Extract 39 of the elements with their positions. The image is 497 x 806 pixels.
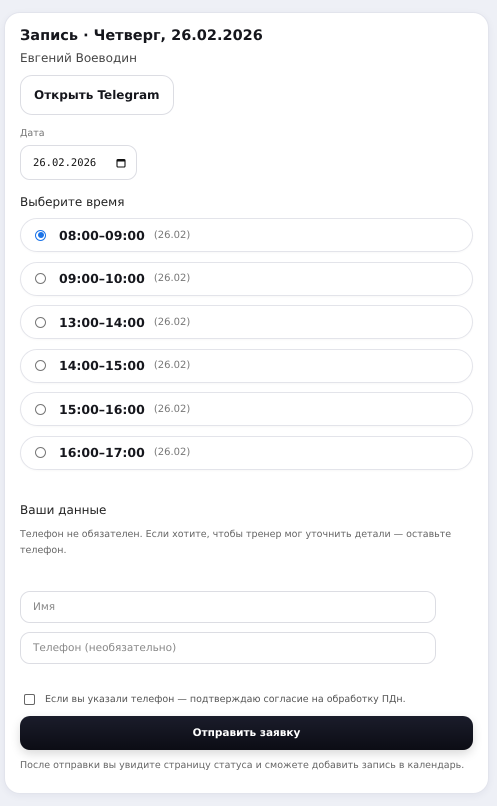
slot-date: (26.02) [154,230,190,240]
slot-date: (26.02) [154,404,190,415]
time-heading: Выберите время [20,195,126,209]
submit-button[interactable]: Отправить заявку [20,716,473,750]
phone-hint: Телефон не обязателен. Если хотите, чтобы тренер мог уточнить детали — оставьте телефон. [20,528,452,558]
time-slot-option[interactable]: 13:00–14:00 (26.02) [20,305,473,340]
slot-date: (26.02) [154,273,190,284]
slot-date: (26.02) [154,360,190,372]
date-field[interactable]: 26.02.2026 [20,145,137,180]
consent-label: Если вы указали телефон — подтверждаю согласие на обработку ПДн. [45,694,406,705]
trainer-name: Евгений Воеводин [20,51,138,65]
input-field[interactable]: Имя [20,590,436,623]
slot-time: 16:00–17:00 [59,445,145,460]
radio-button[interactable] [35,273,46,284]
time-slot-option[interactable]: 14:00–15:00 (26.02) [20,348,473,383]
card-title: Запись · Четверг, 26.02.2026 [20,28,264,44]
input-field[interactable]: Телефон (необязательно) [20,632,436,664]
radio-button[interactable] [35,230,46,240]
consent-checkbox[interactable] [24,694,35,705]
radio-button[interactable] [35,360,46,372]
slot-time: 13:00–14:00 [59,314,145,330]
slot-date: (26.02) [154,447,190,458]
slot-time: 09:00–10:00 [59,271,145,286]
calendar-icon[interactable] [116,158,126,168]
date-label: Дата [20,128,46,139]
slot-date: (26.02) [154,316,190,328]
radio-button[interactable] [35,316,46,328]
open-telegram-button[interactable]: Открыть Telegram [20,75,174,115]
time-slot-option[interactable]: 08:00–09:00 (26.02) [20,218,473,252]
radio-button[interactable] [35,447,46,458]
slot-time: 08:00–09:00 [59,228,145,242]
contact-heading: Ваши данные [20,502,108,517]
radio-button[interactable] [35,404,46,415]
time-slot-option[interactable]: 15:00–16:00 (26.02) [20,392,473,426]
footer-note: После отправки вы увидите страницу статуса и сможете добавить запись в календарь. [20,760,466,771]
slot-time: 14:00–15:00 [59,358,145,374]
time-slot-option[interactable]: 16:00–17:00 (26.02) [20,436,473,470]
time-slot-option[interactable]: 09:00–10:00 (26.02) [20,262,473,296]
slot-time: 15:00–16:00 [59,402,145,417]
